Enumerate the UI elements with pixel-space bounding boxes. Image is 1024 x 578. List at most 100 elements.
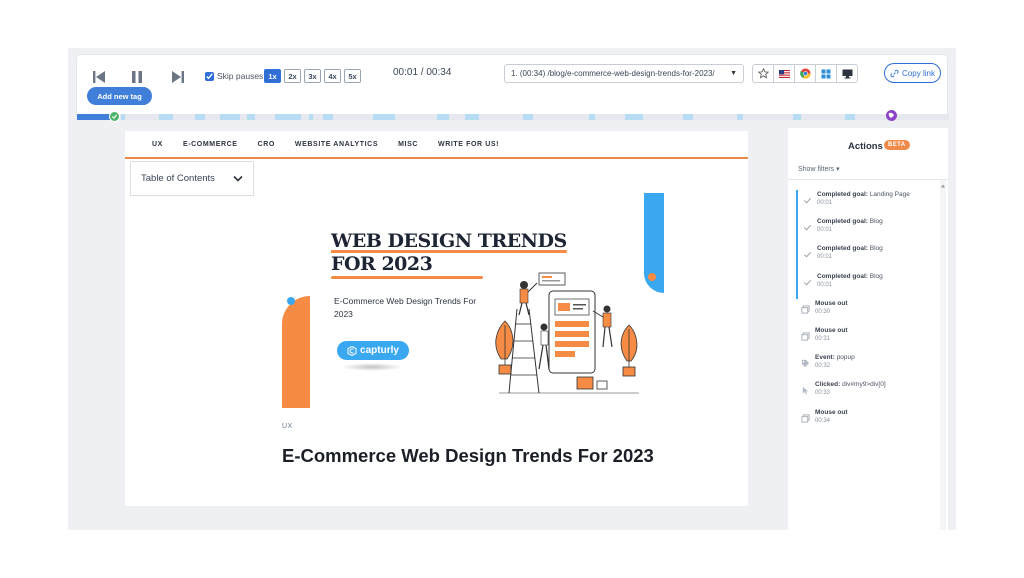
logo-shadow [341,363,403,371]
decor-orange-dot [648,273,656,281]
action-label: Completed goal: [817,218,868,226]
action-time: 00:30 [815,308,831,315]
pause-icon [132,71,142,83]
window-icon [801,305,810,314]
copy-link-button[interactable]: Copy link [884,63,941,83]
timeline-activity-segment [625,114,643,120]
action-text: Clicked: div#my9>div[0] [815,380,940,389]
action-text: Mouse out [815,408,940,417]
action-item[interactable]: Clicked: div#my9>div[0] 00:33 [796,380,940,407]
caret-down-icon: ▼ [730,70,737,77]
action-item[interactable]: Completed goal: Blog 00:01 [796,244,940,272]
speed-5x-button[interactable]: 5x [344,69,361,83]
action-text: Mouse out [815,326,940,335]
pause-button[interactable] [129,69,145,85]
table-of-contents-toggle[interactable]: Table of Contents [130,161,254,196]
playback-time: 00:01 / 00:34 [393,67,452,78]
speed-2x-button[interactable]: 2x [284,69,301,83]
action-item[interactable]: Completed goal: Landing Page 00:01 [796,190,940,218]
action-text: Completed goal: Blog [817,244,940,253]
hero-subtitle: E-Commerce Web Design Trends For 2023 [334,296,477,319]
player-toolbar: Skip pauses 1x 2x 3x 4x 5x 00:01 / 00:34… [76,54,949,122]
session-player: Skip pauses 1x 2x 3x 4x 5x 00:01 / 00:34… [68,48,956,530]
window-icon [801,413,810,423]
site-nav: UX E-COMMERCE CRO WEBSITE ANALYTICS MISC… [125,131,748,159]
action-time: 00:01 [817,281,833,288]
action-detail: div#my9>div[0] [842,381,886,389]
action-detail: Blog [869,218,883,226]
speed-1x-button[interactable]: 1x [264,69,281,83]
timeline-activity-segment [309,114,313,120]
decor-blue-dot [287,297,295,305]
action-label: Completed goal: [817,245,868,253]
speed-4x-button[interactable]: 4x [324,69,341,83]
nav-item-ux[interactable]: UX [152,141,163,148]
action-label: Mouse out [815,408,848,416]
scroll-up-arrow-icon[interactable] [941,184,945,188]
page-select-value: 1. (00:34) /blog/e-commerce-web-design-t… [511,69,715,78]
show-filters-label: Show filters [798,166,835,173]
capturly-logo-text: capturly [360,345,399,356]
skip-pauses-toggle[interactable]: Skip pauses [205,71,263,81]
action-text: Completed goal: Blog [817,217,940,226]
skip-pauses-checkbox[interactable] [205,71,214,81]
tag-icon [888,112,895,119]
action-item[interactable]: Completed goal: Blog 00:01 [796,271,940,299]
post-category-link[interactable]: UX [282,423,293,430]
decor-orange-shape [282,296,310,408]
timeline-activity-segment [159,114,173,120]
action-label: Mouse out [815,326,848,334]
page-select-dropdown[interactable]: 1. (00:34) /blog/e-commerce-web-design-t… [504,64,744,83]
nav-item-write-for-us[interactable]: WRITE FOR US! [438,141,499,148]
timeline-activity-segment [589,114,595,120]
timeline-goal-marker[interactable] [109,111,120,122]
action-label: Clicked: [815,381,841,389]
speed-3x-button[interactable]: 3x [304,69,321,83]
playback-timeline[interactable] [77,110,949,122]
timeline-activity-segment [437,114,449,120]
timeline-event-marker[interactable] [886,110,897,121]
action-label: Mouse out [815,299,848,307]
hero-title-line1: WEB DESIGN TRENDS [331,230,567,252]
action-item[interactable]: Completed goal: Blog 00:01 [796,217,940,245]
nav-item-website-analytics[interactable]: WEBSITE ANALYTICS [295,141,378,148]
skip-forward-button[interactable] [170,69,186,85]
nav-item-cro[interactable]: CRO [258,141,275,148]
actions-list: Completed goal: Landing Page 00:01 Complet… [796,190,940,435]
check-icon [111,114,118,119]
action-time: 00:32 [815,363,831,370]
timeline-activity-segment [793,114,801,120]
action-item[interactable]: Event: popup 00:32 [796,353,940,380]
action-item[interactable]: Mouse out 00:30 [796,299,940,326]
capturly-logo-icon [347,345,357,356]
timeline-activity-segment [195,114,205,120]
skip-forward-icon [172,71,184,83]
session-meta-icons [752,64,858,83]
timeline-activity-segment [737,114,743,120]
timeline-activity-segment [523,114,533,120]
skip-back-button[interactable] [91,69,107,85]
action-detail: Blog [869,272,883,280]
actions-title: Actions [848,141,883,152]
post-title: E-Commerce Web Design Trends For 2023 [282,445,654,466]
add-tag-button[interactable]: Add new tag [87,87,152,105]
timeline-activity-segment [845,114,855,120]
timeline-activity-segment [247,114,255,120]
skip-pauses-label: Skip pauses [217,71,264,81]
action-item[interactable]: Mouse out 00:31 [796,326,940,353]
check-icon [803,252,812,258]
nav-item-e-commerce[interactable]: E-COMMERCE [183,141,238,148]
show-filters-toggle[interactable]: Show filters ▾ [798,165,840,173]
copy-link-label: Copy link [902,68,935,78]
action-time: 00:01 [817,200,833,206]
action-text: Event: popup [815,353,940,362]
action-item[interactable]: Mouse out 00:34 [796,408,940,435]
actions-scrollbar[interactable] [940,180,946,530]
check-icon [803,279,812,286]
nav-item-misc[interactable]: MISC [398,141,418,148]
cursor-icon [802,387,809,395]
timeline-activity-segment [465,114,479,120]
skip-back-icon [93,71,105,83]
star-icon[interactable] [752,64,774,83]
check-icon [803,197,812,204]
